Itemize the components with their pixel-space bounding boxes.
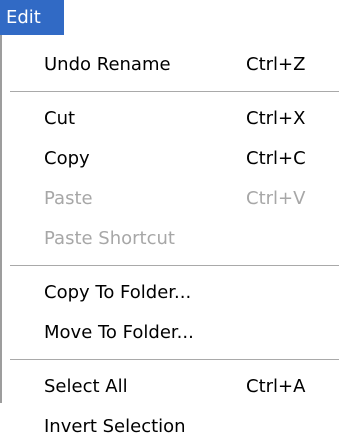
paste-shortcut-item: Paste Shortcut: [2, 219, 339, 259]
undo-rename-label: Undo Rename: [44, 54, 171, 75]
cut-item[interactable]: Cut Ctrl+X: [2, 99, 339, 139]
menu-separator: [2, 259, 339, 273]
cut-shortcut: Ctrl+X: [246, 108, 306, 129]
copy-item[interactable]: Copy Ctrl+C: [2, 139, 339, 179]
select-all-label: Select All: [44, 376, 128, 397]
paste-label: Paste: [44, 188, 93, 209]
undo-rename-shortcut: Ctrl+Z: [246, 54, 306, 75]
edit-menu-dropdown: Undo Rename Ctrl+Z Cut Ctrl+X Copy Ctrl+…: [0, 35, 339, 437]
paste-shortcut: Ctrl+V: [246, 188, 306, 209]
copy-to-folder-item[interactable]: Copy To Folder...: [2, 273, 339, 313]
move-to-folder-item[interactable]: Move To Folder...: [2, 313, 339, 353]
invert-selection-item[interactable]: Invert Selection: [2, 407, 339, 447]
select-all-shortcut: Ctrl+A: [246, 376, 306, 397]
invert-selection-label: Invert Selection: [44, 416, 186, 437]
menu-separator: [2, 353, 339, 367]
menu-bar: Edit: [0, 0, 339, 37]
cut-label: Cut: [44, 108, 76, 129]
menu-top-padding: [2, 35, 339, 45]
select-all-item[interactable]: Select All Ctrl+A: [2, 367, 339, 407]
undo-rename-item[interactable]: Undo Rename Ctrl+Z: [2, 45, 339, 85]
menu-separator: [2, 85, 339, 99]
paste-shortcut-label: Paste Shortcut: [44, 228, 175, 249]
move-to-folder-label: Move To Folder...: [44, 322, 194, 343]
edit-menu-title[interactable]: Edit: [0, 0, 64, 35]
edit-menu-items: Undo Rename Ctrl+Z Cut Ctrl+X Copy Ctrl+…: [2, 35, 339, 447]
copy-label: Copy: [44, 148, 90, 169]
paste-item: Paste Ctrl+V: [2, 179, 339, 219]
copy-to-folder-label: Copy To Folder...: [44, 282, 192, 303]
copy-shortcut: Ctrl+C: [246, 148, 306, 169]
